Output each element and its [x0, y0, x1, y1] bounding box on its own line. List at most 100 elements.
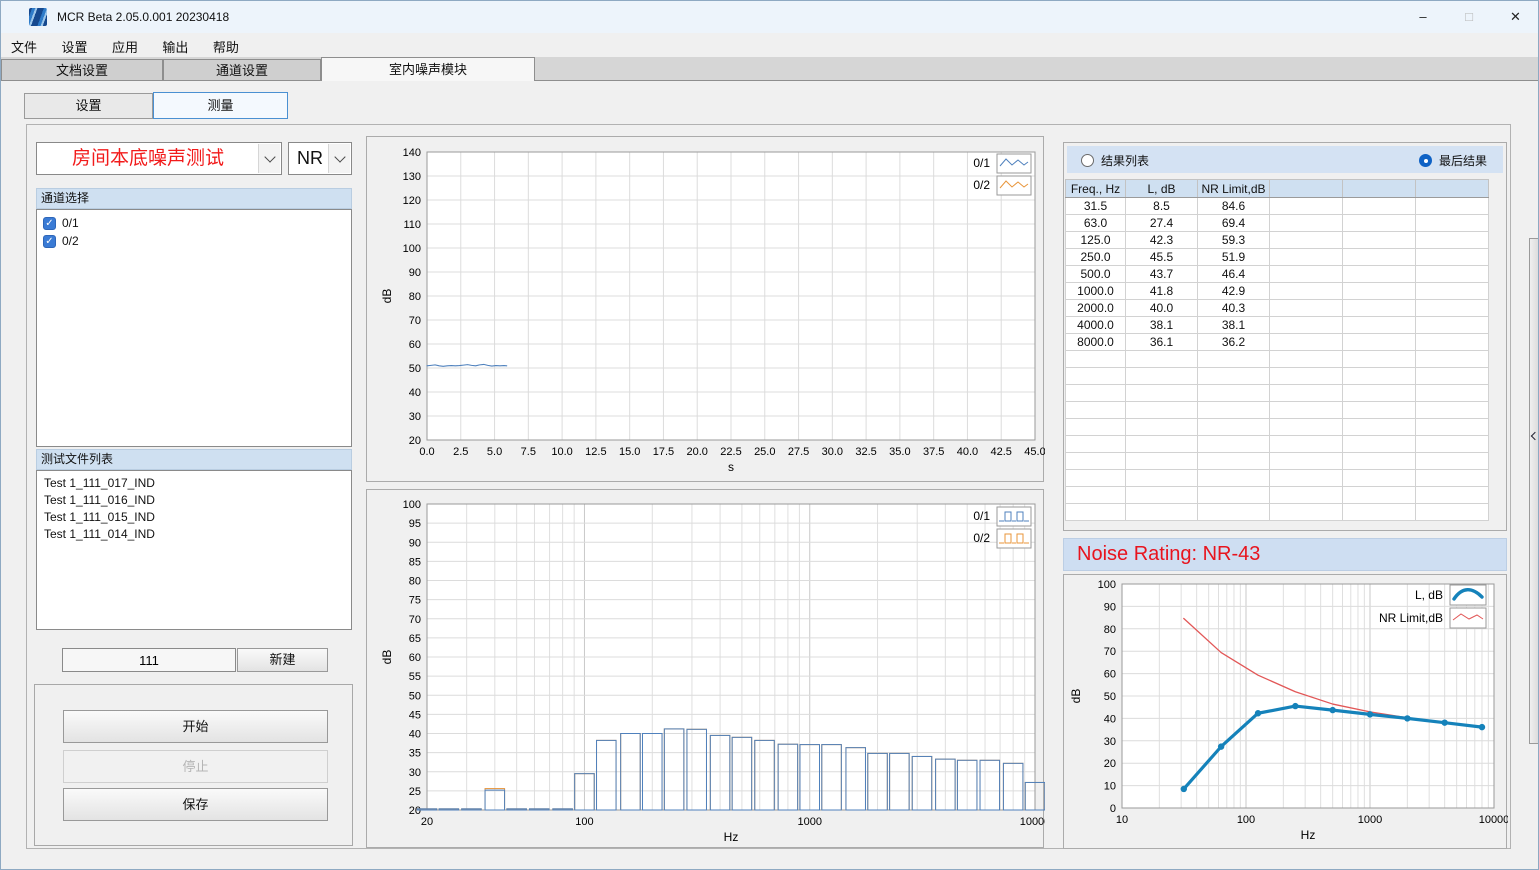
table-cell — [1270, 198, 1343, 215]
svg-text:70: 70 — [1104, 646, 1116, 658]
table-cell: 250.0 — [1066, 249, 1126, 266]
table-cell: 84.6 — [1198, 198, 1270, 215]
tab-setup[interactable]: 设置 — [24, 93, 153, 119]
test-type-combobox[interactable]: 房间本底噪声测试 — [36, 142, 282, 175]
table-cell: 42.3 — [1126, 232, 1198, 249]
svg-text:55: 55 — [409, 671, 421, 683]
table-row: 8000.036.136.2 — [1066, 334, 1489, 351]
table-header-cell — [1416, 180, 1489, 198]
table-cell — [1198, 385, 1270, 402]
menu-item-settings[interactable]: 设置 — [51, 33, 97, 60]
table-cell — [1066, 385, 1126, 402]
table-cell — [1126, 436, 1198, 453]
test-file-item[interactable]: Test 1_111_015_IND — [37, 509, 351, 526]
tab-room-noise-module[interactable]: 室内噪声模块 — [321, 57, 535, 81]
menu-item-help[interactable]: 帮助 — [203, 33, 249, 60]
svg-text:7.5: 7.5 — [521, 446, 536, 458]
checkbox-checked-icon[interactable]: ✓ — [43, 235, 56, 248]
save-button[interactable]: 保存 — [63, 788, 328, 821]
time-history-chart-panel: 14013012011010090807060504030200.02.55.0… — [366, 136, 1044, 482]
svg-text:37.5: 37.5 — [923, 446, 944, 458]
radio-icon[interactable] — [1081, 154, 1094, 167]
table-cell — [1270, 266, 1343, 283]
table-cell — [1416, 470, 1489, 487]
combo-dropdown-button[interactable] — [258, 144, 280, 173]
collapse-panel-button[interactable] — [1529, 238, 1539, 744]
channel-item[interactable]: ✓0/1 — [37, 214, 351, 232]
minimize-button[interactable]: – — [1400, 1, 1446, 33]
svg-text:10000: 10000 — [1479, 814, 1508, 826]
channel-list[interactable]: ✓0/1✓0/2 — [36, 209, 352, 447]
table-row — [1066, 504, 1489, 521]
svg-text:0/1: 0/1 — [973, 156, 990, 170]
channel-item[interactable]: ✓0/2 — [37, 232, 351, 250]
svg-text:90: 90 — [409, 537, 421, 549]
results-panel: 结果列表 最后结果 Freq., HzL, dBNR Limit,dB 31.5… — [1063, 142, 1507, 531]
table-row: 31.58.584.6 — [1066, 198, 1489, 215]
table-cell — [1270, 504, 1343, 521]
svg-text:50: 50 — [1104, 691, 1116, 703]
noise-rating-banner: Noise Rating: NR-43 — [1063, 538, 1507, 571]
table-cell: 2000.0 — [1066, 300, 1126, 317]
spectrum-chart-panel: 1009590858075706560555045403530252020100… — [366, 489, 1044, 848]
svg-text:30.0: 30.0 — [822, 446, 843, 458]
table-cell: 40.0 — [1126, 300, 1198, 317]
svg-text:35: 35 — [409, 748, 421, 760]
app-logo-icon — [29, 8, 47, 26]
checkbox-checked-icon[interactable]: ✓ — [43, 217, 56, 230]
svg-text:90: 90 — [1104, 601, 1116, 613]
combo-dropdown-button[interactable] — [328, 144, 350, 173]
test-file-item[interactable]: Test 1_111_014_IND — [37, 526, 351, 543]
table-cell: 500.0 — [1066, 266, 1126, 283]
svg-text:80: 80 — [1104, 624, 1116, 636]
svg-text:40: 40 — [1104, 713, 1116, 725]
test-file-item[interactable]: Test 1_111_016_IND — [37, 492, 351, 509]
table-row — [1066, 402, 1489, 419]
table-cell — [1270, 249, 1343, 266]
table-cell: 42.9 — [1198, 283, 1270, 300]
table-cell — [1066, 436, 1126, 453]
close-button[interactable]: ✕ — [1492, 1, 1539, 33]
table-cell — [1270, 453, 1343, 470]
menu-item-apply[interactable]: 应用 — [102, 33, 148, 60]
menu-item-file[interactable]: 文件 — [1, 33, 47, 60]
title-bar: MCR Beta 2.05.0.001 20230418 – □ ✕ — [1, 1, 1538, 33]
svg-text:60: 60 — [409, 339, 421, 351]
tab-measure[interactable]: 测量 — [153, 92, 288, 119]
svg-text:45.0: 45.0 — [1024, 446, 1045, 458]
table-row — [1066, 436, 1489, 453]
table-cell — [1416, 504, 1489, 521]
start-button[interactable]: 开始 — [63, 710, 328, 743]
svg-text:90: 90 — [409, 267, 421, 279]
maximize-button[interactable]: □ — [1446, 1, 1492, 33]
time-history-chart: 14013012011010090807060504030200.02.55.0… — [367, 137, 1045, 483]
svg-text:100: 100 — [403, 243, 421, 255]
tab-document-settings[interactable]: 文档设置 — [1, 59, 163, 80]
new-button[interactable]: 新建 — [237, 648, 328, 672]
test-file-list[interactable]: Test 1_111_017_INDTest 1_111_016_INDTest… — [36, 470, 352, 630]
table-cell — [1126, 368, 1198, 385]
svg-text:15.0: 15.0 — [619, 446, 640, 458]
svg-text:85: 85 — [409, 556, 421, 568]
test-file-item[interactable]: Test 1_111_017_IND — [37, 475, 351, 492]
table-header-cell: L, dB — [1126, 180, 1198, 198]
chevron-left-icon — [1531, 432, 1539, 440]
radio-results-list[interactable]: 结果列表 — [1081, 152, 1149, 169]
table-cell — [1198, 470, 1270, 487]
svg-text:10: 10 — [1116, 814, 1128, 826]
rating-type-combobox[interactable]: NR — [288, 142, 352, 175]
table-cell — [1270, 351, 1343, 368]
tab-channel-settings[interactable]: 通道设置 — [163, 59, 321, 80]
menu-item-output[interactable]: 输出 — [152, 33, 198, 60]
table-cell — [1416, 317, 1489, 334]
radio-selected-icon[interactable] — [1419, 154, 1432, 167]
radio-last-result[interactable]: 最后结果 — [1419, 152, 1487, 169]
table-row — [1066, 368, 1489, 385]
table-cell: 31.5 — [1066, 198, 1126, 215]
table-cell — [1066, 368, 1126, 385]
table-cell — [1416, 351, 1489, 368]
file-name-input[interactable] — [62, 648, 236, 672]
table-header-cell — [1343, 180, 1416, 198]
svg-text:75: 75 — [409, 595, 421, 607]
table-cell — [1066, 402, 1126, 419]
